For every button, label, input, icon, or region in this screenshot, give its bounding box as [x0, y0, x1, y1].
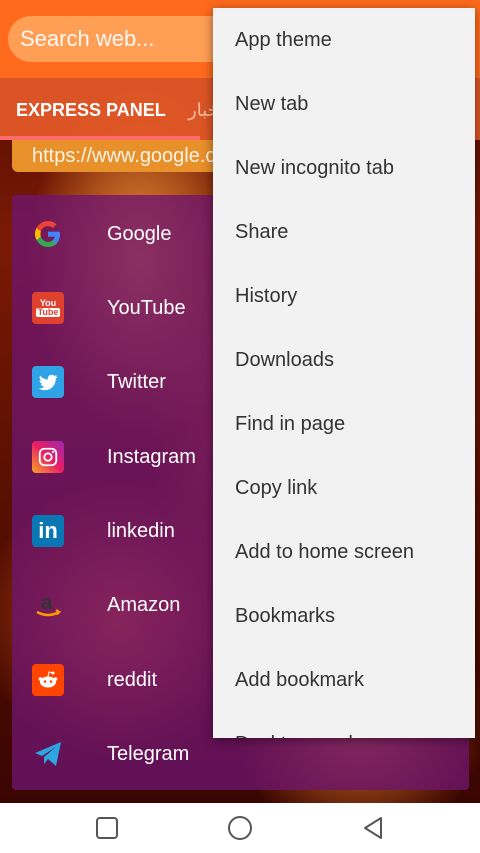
site-reddit[interactable]: reddit	[12, 643, 232, 717]
tab-express-panel[interactable]: EXPRESS PANEL	[16, 100, 166, 121]
menu-item-downloads[interactable]: Downloads	[213, 328, 475, 392]
menu-item-bookmarks[interactable]: Bookmarks	[213, 584, 475, 648]
google-icon	[32, 218, 64, 250]
site-telegram[interactable]: Telegram	[12, 717, 232, 791]
site-twitter[interactable]: Twitter	[12, 345, 232, 419]
menu-item-new-tab[interactable]: New tab	[213, 72, 475, 136]
telegram-icon	[32, 738, 64, 770]
site-label: reddit	[107, 668, 158, 691]
url-text: https://www.google.com	[32, 144, 222, 167]
site-label: Twitter	[107, 370, 166, 393]
site-label: Amazon	[107, 593, 181, 616]
menu-item-app-theme[interactable]: App theme	[213, 8, 475, 72]
menu-item-new-incognito-tab[interactable]: New incognito tab	[213, 136, 475, 200]
menu-item-desktop-mode[interactable]: Desktop mode	[213, 712, 475, 739]
menu-item-add-bookmark[interactable]: Add bookmark	[213, 648, 475, 712]
site-label: Google	[107, 222, 172, 245]
site-label: Telegram	[107, 742, 190, 765]
site-linkedin[interactable]: in linkedin	[12, 494, 232, 568]
twitter-icon	[32, 366, 64, 398]
site-youtube[interactable]: You Tube YouTube	[12, 271, 232, 345]
site-label: YouTube	[107, 296, 186, 319]
search-placeholder: Search web...	[20, 26, 155, 51]
site-amazon[interactable]: a Amazon	[12, 568, 232, 642]
reddit-icon	[32, 664, 64, 696]
site-google[interactable]: Google	[12, 197, 232, 271]
navigation-bar	[0, 803, 480, 853]
svg-text:a: a	[41, 592, 53, 614]
recent-apps-icon[interactable]	[94, 815, 120, 841]
site-label: linkedin	[107, 519, 175, 542]
menu-item-share[interactable]: Share	[213, 200, 475, 264]
menu-item-find-in-page[interactable]: Find in page	[213, 392, 475, 456]
url-field[interactable]: https://www.google.com	[12, 140, 222, 172]
site-label: Instagram	[107, 445, 196, 468]
amazon-icon: a	[32, 589, 64, 621]
home-icon[interactable]	[227, 815, 253, 841]
linkedin-icon: in	[32, 515, 64, 547]
site-instagram[interactable]: Instagram	[12, 420, 232, 494]
menu-item-add-to-home-screen[interactable]: Add to home screen	[213, 520, 475, 584]
menu-item-history[interactable]: History	[213, 264, 475, 328]
youtube-icon: You Tube	[32, 292, 64, 324]
back-icon[interactable]	[360, 815, 386, 841]
instagram-icon	[32, 441, 64, 473]
overflow-menu: App theme New tab New incognito tab Shar…	[213, 8, 475, 738]
menu-item-copy-link[interactable]: Copy link	[213, 456, 475, 520]
